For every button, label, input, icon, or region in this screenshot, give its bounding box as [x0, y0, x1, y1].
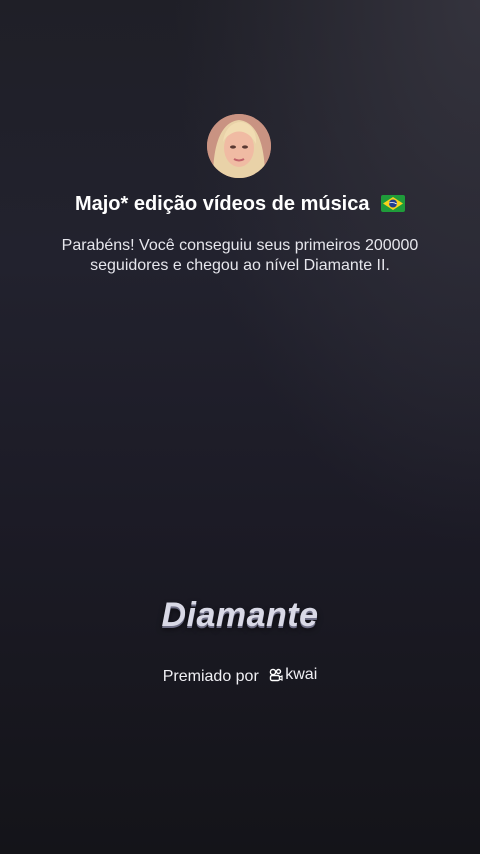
username-row: Majo* edição vídeos de música — [0, 190, 480, 218]
awarded-by-label: Premiado por — [162, 668, 259, 685]
username: Majo* edição vídeos de música — [74, 193, 370, 215]
achievement-screen: Majo* edição vídeos de música Parabéns! … — [0, 0, 480, 854]
kwai-logo-icon — [269, 668, 283, 682]
kwai-brand-name: kwai — [285, 666, 318, 683]
kwai-brand: kwai — [269, 664, 317, 686]
achievement-message: Parabéns! Você conseguiu seus primeiros … — [61, 237, 419, 274]
brazil-flag-icon — [381, 195, 406, 212]
avatar[interactable] — [207, 114, 271, 178]
level-title: Diamante — [161, 596, 319, 634]
avatar-image — [207, 114, 271, 178]
awarded-by: Premiado por kwai — [0, 664, 480, 688]
